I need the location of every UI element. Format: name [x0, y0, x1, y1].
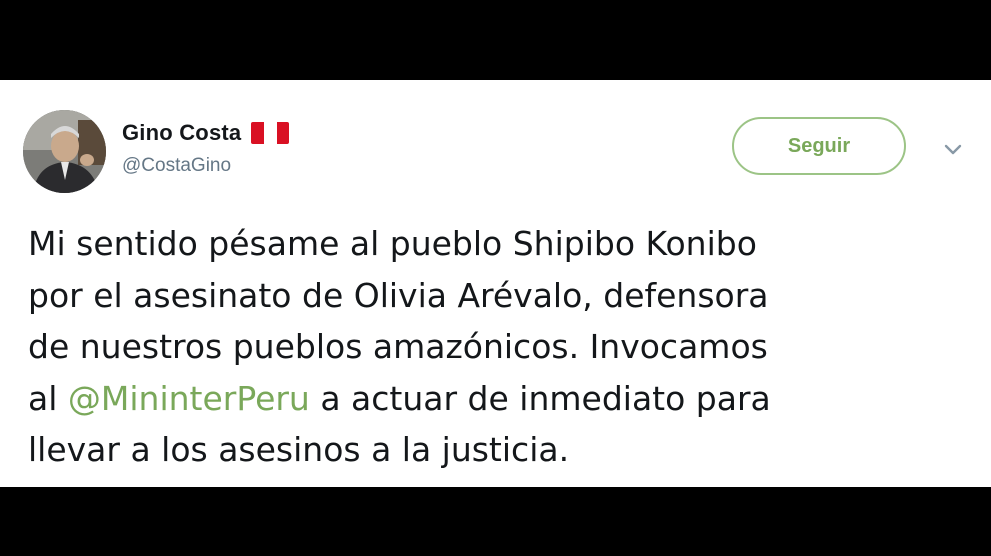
tweet-line: de nuestros pueblos amazónicos. Invocamo…: [28, 327, 768, 366]
tweet-line: llevar a los asesinos a la justicia.: [28, 430, 570, 469]
mention-link[interactable]: @MininterPeru: [68, 379, 310, 418]
chevron-down-icon[interactable]: [940, 139, 966, 161]
display-name[interactable]: Gino Costa: [122, 120, 241, 146]
name-row: Gino Costa: [122, 118, 290, 148]
user-avatar[interactable]: [23, 110, 106, 193]
tweet-line: al @MininterPeru a actuar de inmediato p…: [28, 373, 958, 425]
follow-button[interactable]: Seguir: [732, 117, 906, 175]
bottom-letterbox-bar: [0, 487, 991, 556]
avatar-photo: [23, 110, 106, 193]
tweet-text-segment: al: [28, 378, 68, 418]
tweet-line: por el asesinato de Olivia Arévalo, defe…: [28, 275, 769, 315]
peru-flag-icon: [251, 122, 290, 144]
user-handle[interactable]: @CostaGino: [122, 155, 231, 177]
top-letterbox-bar: [0, 0, 991, 80]
tweet-text: Mi sentido pésame al pueblo Shipibo Koni…: [28, 218, 958, 476]
tweet-line: Mi sentido pésame al pueblo Shipibo Koni…: [28, 224, 757, 263]
tweet-text-segment: a actuar de inmediato para: [309, 378, 771, 418]
